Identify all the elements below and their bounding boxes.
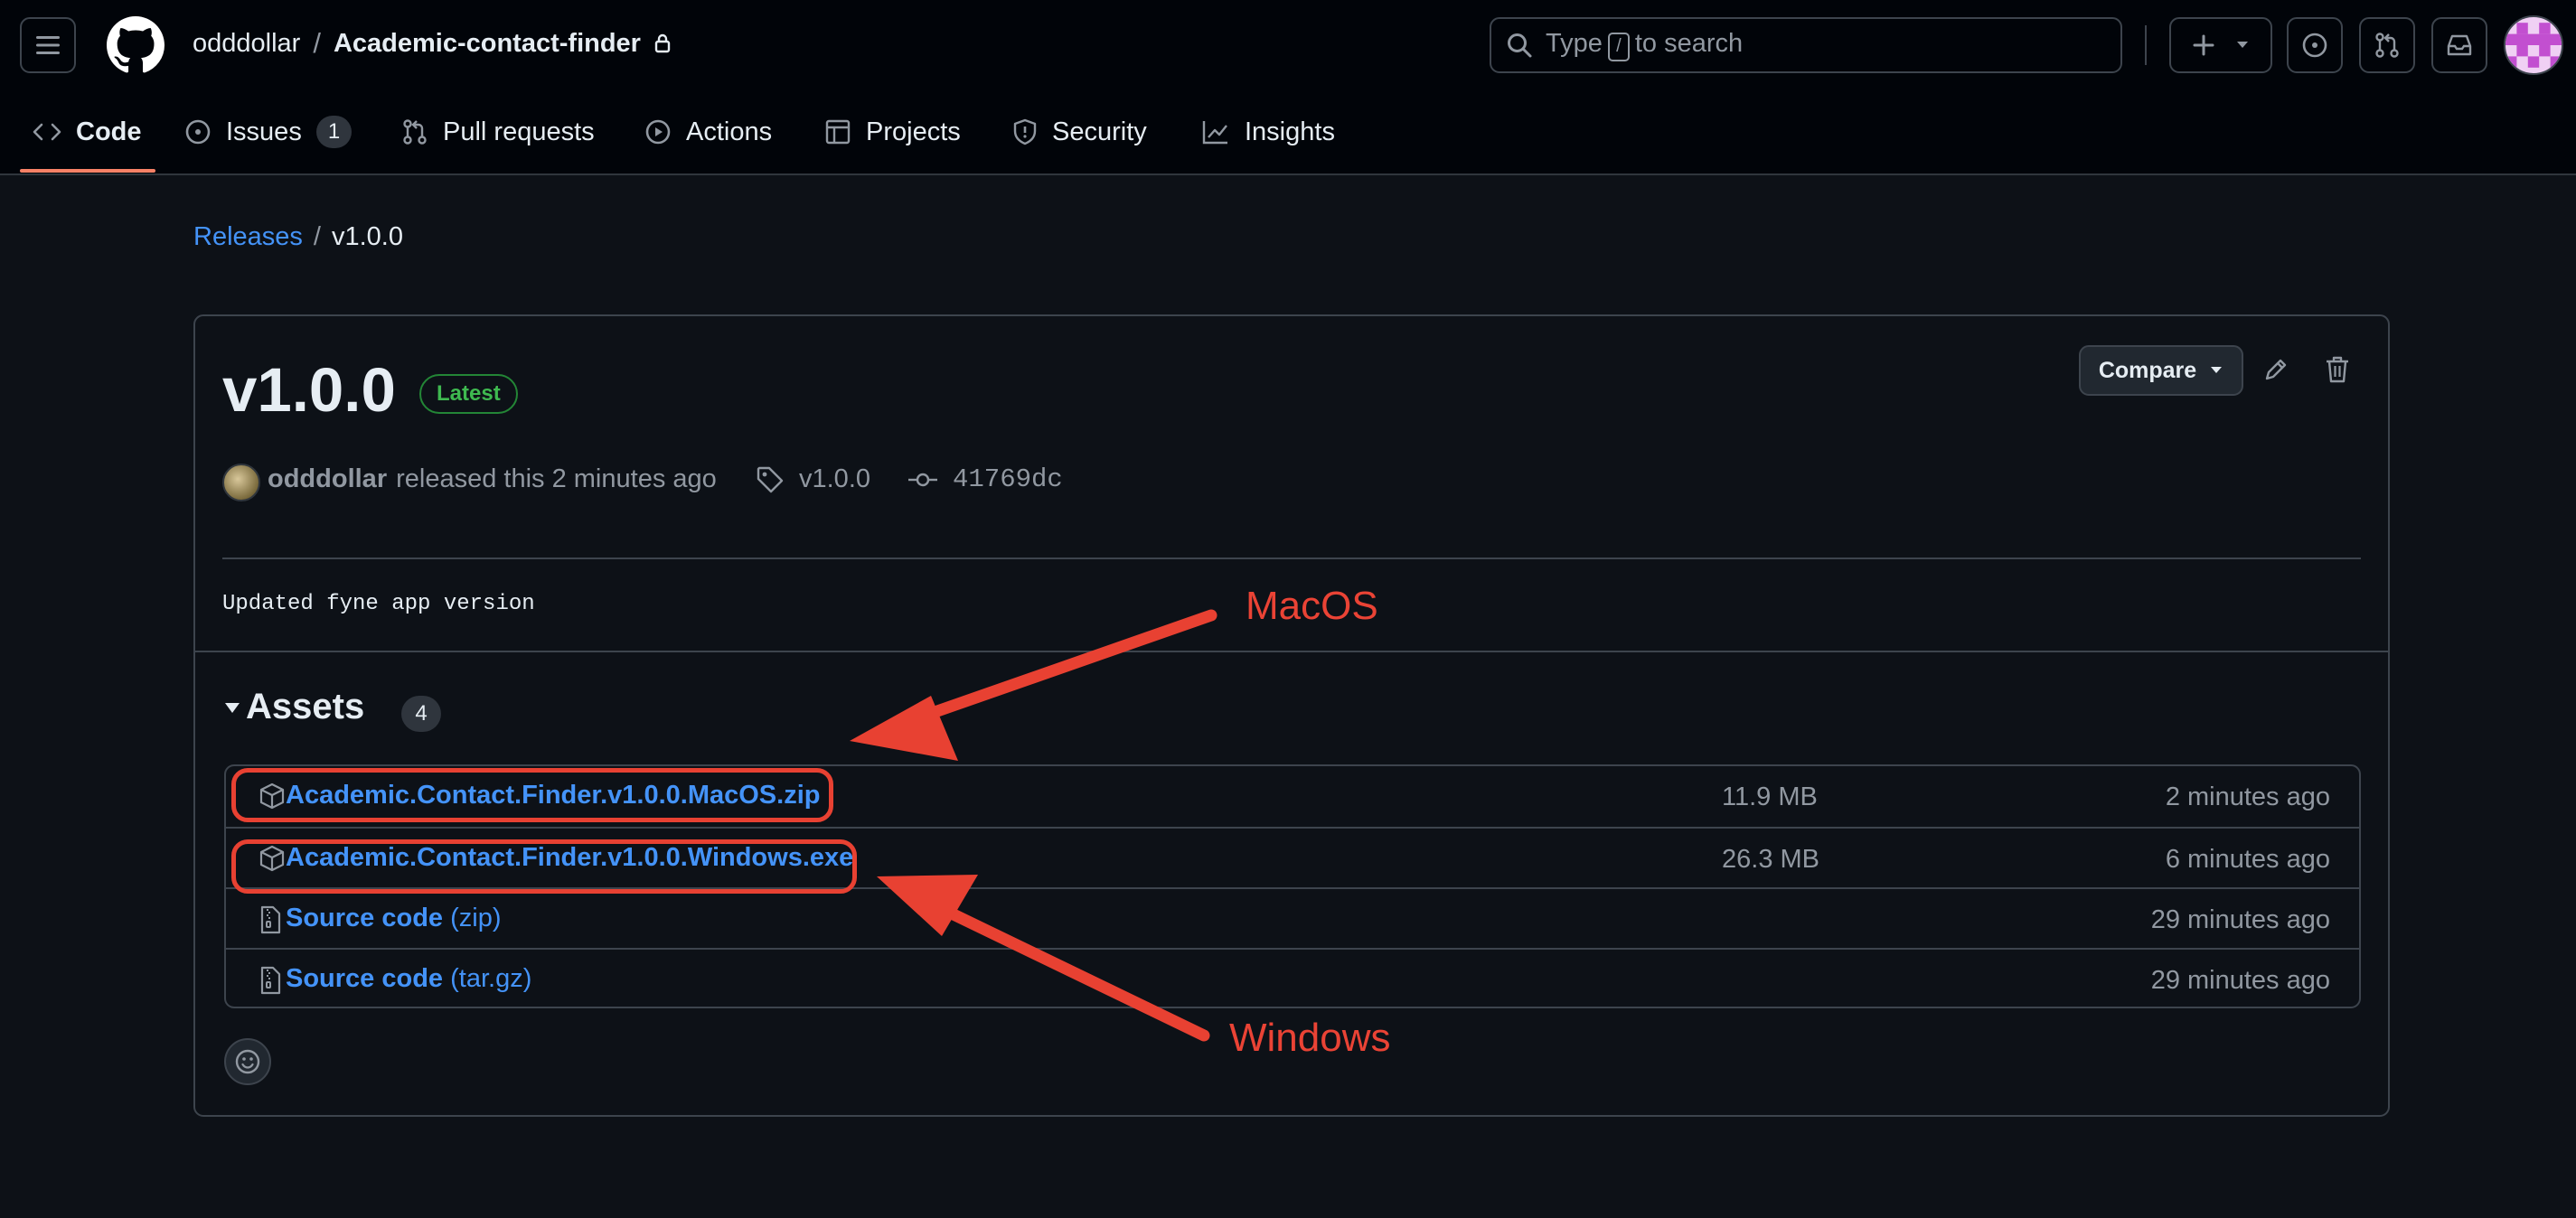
macos-annotation: MacOS: [1246, 584, 1378, 628]
arrow-to-windows: [877, 875, 1210, 1042]
windows-annotation: Windows: [1229, 1016, 1391, 1060]
arrow-to-macos: [850, 609, 1217, 761]
